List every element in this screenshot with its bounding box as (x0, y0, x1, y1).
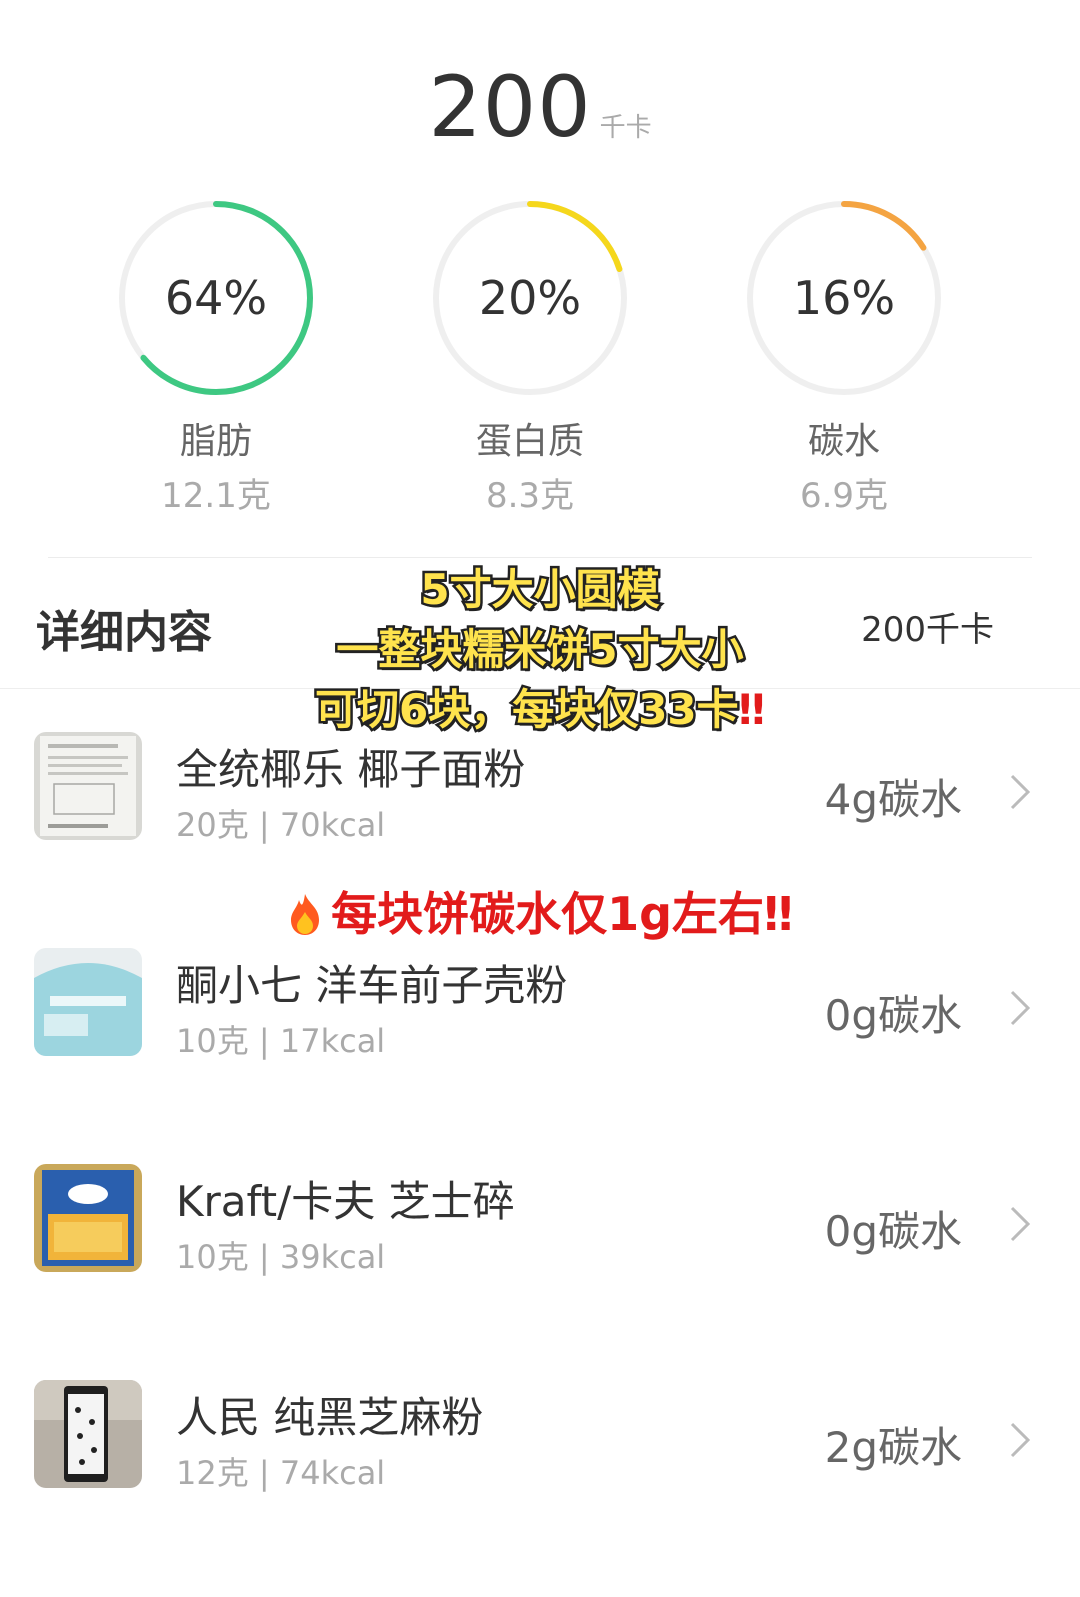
protein-label: 蛋白质 (475, 421, 584, 462)
overlay-caption-line-3: 可切6块，每块仅33卡‼ (0, 676, 1080, 737)
protein-percent: 20% (478, 271, 582, 325)
item-amount: 12克 | 74kcal (176, 1454, 386, 1492)
fat-label: 脂肪 (179, 421, 252, 462)
fat-grams: 12.1克 (161, 476, 271, 516)
item-carb: 2g碳水 (824, 1423, 962, 1472)
total-calories-unit: 千卡 (599, 113, 652, 143)
carb-label: 碳水 (807, 421, 880, 462)
product-thumbnail (34, 1380, 142, 1488)
item-name: 人民 纯黑芝麻粉 (176, 1393, 484, 1442)
list-item[interactable]: 酮小七 洋车前子壳粉 10克 | 17kcal 0g碳水 (0, 948, 1080, 1068)
item-amount: 20克 | 70kcal (176, 806, 386, 844)
list-item[interactable]: Kraft/卡夫 芝士碎 10克 | 39kcal 0g碳水 (0, 1164, 1080, 1284)
product-thumbnail (34, 1164, 142, 1272)
item-amount: 10克 | 39kcal (176, 1238, 386, 1276)
list-item[interactable]: 人民 纯黑芝麻粉 12克 | 74kcal 2g碳水 (0, 1380, 1080, 1500)
macro-fat: 64% 脂肪 12.1克 (116, 198, 316, 517)
chevron-right-icon (1010, 1422, 1031, 1458)
overlay-caption-line-2: 一整块糯米饼5寸大小 (334, 623, 746, 677)
carb-note: 每块饼碳水仅1g左右‼ (0, 878, 1080, 944)
fat-percent: 64% (164, 271, 268, 325)
item-amount: 10克 | 17kcal (176, 1022, 386, 1060)
carb-note-text: 每块饼碳水仅1g左右 (331, 887, 765, 941)
item-name: Kraft/卡夫 芝士碎 (176, 1177, 515, 1226)
chevron-right-icon (1010, 1206, 1031, 1242)
macro-protein: 20% 蛋白质 8.3克 (430, 198, 630, 517)
total-calories-value: 200 (428, 58, 592, 156)
item-name: 酮小七 洋车前子壳粉 (176, 961, 568, 1010)
list-item[interactable]: 全统椰乐 椰子面粉 20克 | 70kcal 4g碳水 (0, 732, 1080, 852)
double-exclamation-icon: ‼ (764, 887, 793, 941)
carb-grams: 6.9克 (799, 476, 889, 516)
product-thumbnail (34, 732, 142, 840)
overlay-caption-line-3-text: 可切6块，每块仅33卡 (312, 683, 741, 737)
fire-icon (291, 894, 320, 935)
carb-percent: 16% (792, 271, 896, 325)
item-name: 全统椰乐 椰子面粉 (176, 745, 526, 794)
protein-grams: 8.3克 (485, 476, 575, 516)
double-exclamation-icon: ‼ (738, 685, 765, 734)
chevron-right-icon (1010, 990, 1031, 1026)
product-thumbnail (34, 948, 142, 1056)
overlay-caption-line-1: 5寸大小圆模 (418, 563, 662, 617)
total-calories: 200 千卡 (0, 58, 1080, 156)
item-carb: 4g碳水 (824, 775, 962, 824)
macro-carb: 16% 碳水 6.9克 (744, 198, 944, 517)
chevron-right-icon (1010, 774, 1031, 810)
item-carb: 0g碳水 (824, 991, 962, 1040)
item-carb: 0g碳水 (824, 1207, 962, 1256)
